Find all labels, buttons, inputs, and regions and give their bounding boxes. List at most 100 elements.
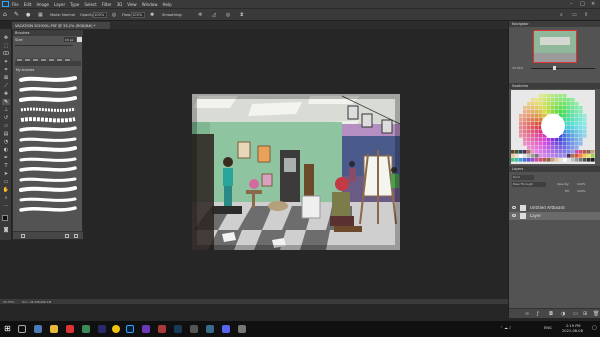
chrome-icon[interactable] [112,325,120,333]
color-swatch[interactable] [511,158,515,162]
color-swatch[interactable] [571,118,575,122]
color-swatch[interactable] [523,114,527,118]
zoom-tool-icon[interactable]: ⌕ [2,195,10,201]
color-swatch[interactable] [515,150,519,154]
color-swatch[interactable] [527,138,531,142]
layer-opacity-value[interactable]: 100% [577,183,586,186]
color-swatch[interactable] [535,154,539,158]
discord-icon[interactable] [222,325,230,333]
color-swatch[interactable] [575,122,579,126]
color-swatch[interactable] [527,150,531,154]
tray-icons[interactable]: ⌃ ☁ ♪ [500,326,511,330]
clock-date[interactable]: 2021-08-08 [562,329,583,333]
color-swatch[interactable] [543,94,547,98]
color-swatch[interactable] [547,146,551,150]
color-swatch[interactable] [563,142,567,146]
color-swatch[interactable] [583,134,587,138]
color-swatch[interactable] [547,94,551,98]
color-swatch[interactable] [579,118,583,122]
color-swatch[interactable] [539,158,543,162]
toggle-brush-settings-icon[interactable] [21,234,25,238]
minimize-button[interactable]: – [570,1,573,7]
color-swatch[interactable] [579,158,583,162]
color-swatch[interactable] [587,150,591,154]
color-swatch[interactable] [571,146,575,150]
color-swatch[interactable] [531,154,535,158]
eraser-tool-icon[interactable]: ▱ [2,123,10,129]
healing-tool-icon[interactable]: ✚ [2,91,10,97]
search-icon[interactable]: ⌕ [560,12,563,18]
maximize-button[interactable]: □ [580,1,585,7]
color-swatch[interactable] [579,154,583,158]
color-swatch[interactable] [531,142,535,146]
add-mask-icon[interactable]: ◘ [549,311,553,317]
color-swatch[interactable] [527,154,531,158]
color-swatch[interactable] [531,118,535,122]
color-swatch[interactable] [535,102,539,106]
color-swatch[interactable] [559,138,563,142]
layers-header[interactable]: Layers [509,166,600,172]
color-swatch[interactable] [531,130,535,134]
color-swatch[interactable] [571,102,575,106]
menu-help[interactable]: Help [162,2,171,7]
color-swatch[interactable] [559,98,563,102]
hand-tool-icon[interactable]: ✋ [2,187,10,193]
color-swatch[interactable] [559,94,563,98]
color-swatch[interactable] [567,106,571,110]
color-swatch[interactable] [551,146,555,150]
color-swatch[interactable] [519,158,523,162]
color-swatch[interactable] [547,106,551,110]
brush-tool-icon[interactable]: ✎ [14,11,19,18]
color-swatch[interactable] [579,110,583,114]
color-swatch[interactable] [575,110,579,114]
color-swatch[interactable] [575,130,579,134]
brush-folder-label[interactable]: My brushes [16,68,34,72]
steam-icon[interactable] [174,325,182,333]
color-swatch[interactable] [575,150,579,154]
color-swatch[interactable] [571,154,575,158]
color-swatch[interactable] [583,158,587,162]
color-swatch[interactable] [579,126,583,130]
color-swatch[interactable] [527,118,531,122]
color-swatch[interactable] [563,102,567,106]
color-swatch[interactable] [591,158,595,162]
color-swatch[interactable] [567,134,571,138]
color-swatch[interactable] [535,134,539,138]
color-swatch[interactable] [519,130,523,134]
color-swatch[interactable] [559,154,563,158]
gradient-tool-icon[interactable]: ▤ [2,131,10,137]
color-swatch[interactable] [567,110,571,114]
windows-start-icon[interactable]: ⊞ [4,325,12,333]
color-swatch[interactable] [535,114,539,118]
color-swatch[interactable] [579,106,583,110]
brush-size-slider[interactable] [15,45,73,46]
color-swatch[interactable] [563,138,567,142]
brush-preset-picker-icon[interactable]: ● [26,12,30,18]
app-icon[interactable] [66,325,74,333]
close-button[interactable]: × [591,1,595,7]
pressure-opacity-icon[interactable]: ◎ [112,12,116,18]
color-swatch[interactable] [551,98,555,102]
color-swatch[interactable] [535,138,539,142]
app-icon[interactable] [34,325,42,333]
color-swatch[interactable] [543,106,547,110]
color-swatch[interactable] [563,150,567,154]
color-swatch[interactable] [539,138,543,142]
color-swatch[interactable] [567,126,571,130]
color-swatch[interactable] [519,118,523,122]
color-swatch[interactable] [571,142,575,146]
menu-layer[interactable]: Layer [54,2,65,7]
color-swatch[interactable] [567,146,571,150]
angle-icon[interactable]: ◿ [212,12,216,18]
brushes-panel-header[interactable]: Brushes [13,30,83,36]
color-swatch[interactable] [567,150,571,154]
workspace-icon[interactable]: ▭ [572,12,577,18]
color-swatch[interactable] [551,110,555,114]
color-swatch[interactable] [575,106,579,110]
color-swatch[interactable] [575,138,579,142]
color-swatch[interactable] [579,122,583,126]
quick-mask-icon[interactable]: ◙ [2,227,10,233]
color-swatch[interactable] [563,158,567,162]
lasso-tool-icon[interactable]: ↀ [2,51,10,57]
color-swatch[interactable] [567,130,571,134]
